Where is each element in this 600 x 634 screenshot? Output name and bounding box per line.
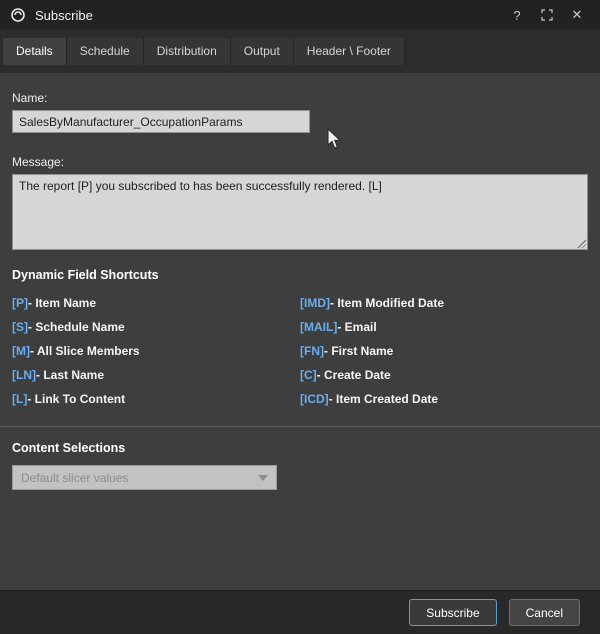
shortcuts-right-column: [IMD]- Item Modified Date [MAIL]- Email … bbox=[300, 296, 588, 406]
subscribe-dialog: Subscribe ? ✕ Details Schedule Distribut… bbox=[0, 0, 600, 634]
dialog-footer: Subscribe Cancel bbox=[0, 590, 600, 634]
help-icon[interactable]: ? bbox=[504, 3, 530, 27]
shortcut-label: - Schedule Name bbox=[28, 320, 125, 334]
shortcut-code: [M] bbox=[12, 344, 30, 358]
shortcut-item: [P]- Item Name bbox=[12, 296, 300, 310]
shortcut-item: [L]- Link To Content bbox=[12, 392, 300, 406]
shortcut-label: - Email bbox=[337, 320, 376, 334]
shortcut-item: [C]- Create Date bbox=[300, 368, 588, 382]
dropdown-placeholder: Default slicer values bbox=[21, 471, 128, 485]
shortcut-label: - Item Created Date bbox=[329, 392, 438, 406]
shortcut-code: [IMD] bbox=[300, 296, 330, 310]
shortcut-item: [IMD]- Item Modified Date bbox=[300, 296, 588, 310]
dialog-body: Name: Message: The report [P] you subscr… bbox=[0, 73, 600, 490]
window-title: Subscribe bbox=[35, 8, 93, 23]
shortcut-item: [FN]- First Name bbox=[300, 344, 588, 358]
shortcut-code: [S] bbox=[12, 320, 28, 334]
name-label: Name: bbox=[12, 91, 588, 105]
shortcuts-grid: [P]- Item Name [S]- Schedule Name [M]- A… bbox=[12, 296, 588, 406]
tab-output[interactable]: Output bbox=[231, 38, 294, 65]
shortcut-label: - Last Name bbox=[36, 368, 104, 382]
tab-header-footer[interactable]: Header \ Footer bbox=[294, 38, 405, 65]
shortcut-code: [L] bbox=[12, 392, 27, 406]
tab-label: Output bbox=[244, 44, 280, 58]
section-divider bbox=[0, 426, 600, 427]
shortcut-code: [P] bbox=[12, 296, 28, 310]
tab-label: Schedule bbox=[80, 44, 130, 58]
shortcuts-heading: Dynamic Field Shortcuts bbox=[12, 268, 588, 282]
tab-label: Distribution bbox=[157, 44, 217, 58]
maximize-icon[interactable] bbox=[534, 3, 560, 27]
shortcut-label: - Link To Content bbox=[27, 392, 125, 406]
shortcut-item: [M]- All Slice Members bbox=[12, 344, 300, 358]
shortcut-item: [MAIL]- Email bbox=[300, 320, 588, 334]
message-field-wrap: The report [P] you subscribed to has bee… bbox=[12, 174, 588, 250]
shortcut-label: - Item Modified Date bbox=[330, 296, 444, 310]
close-icon[interactable]: ✕ bbox=[564, 3, 590, 27]
shortcut-code: [ICD] bbox=[300, 392, 329, 406]
tab-schedule[interactable]: Schedule bbox=[67, 38, 144, 65]
tab-details[interactable]: Details bbox=[3, 38, 67, 65]
shortcut-label: - First Name bbox=[324, 344, 393, 358]
tab-label: Details bbox=[16, 44, 53, 58]
shortcut-code: [FN] bbox=[300, 344, 324, 358]
shortcut-label: - Create Date bbox=[317, 368, 391, 382]
message-label: Message: bbox=[12, 155, 588, 169]
message-textarea[interactable]: The report [P] you subscribed to has bee… bbox=[12, 174, 588, 250]
tab-strip: Details Schedule Distribution Output Hea… bbox=[0, 30, 600, 73]
shortcut-item: [S]- Schedule Name bbox=[12, 320, 300, 334]
shortcut-label: - All Slice Members bbox=[30, 344, 140, 358]
shortcut-code: [C] bbox=[300, 368, 317, 382]
content-selections-heading: Content Selections bbox=[12, 441, 588, 455]
name-input[interactable] bbox=[12, 110, 310, 133]
shortcut-code: [LN] bbox=[12, 368, 36, 382]
tab-distribution[interactable]: Distribution bbox=[144, 38, 231, 65]
app-icon bbox=[10, 7, 26, 23]
shortcut-item: [LN]- Last Name bbox=[12, 368, 300, 382]
shortcut-label: - Item Name bbox=[28, 296, 96, 310]
titlebar: Subscribe ? ✕ bbox=[0, 0, 600, 30]
default-slicer-dropdown[interactable]: Default slicer values bbox=[12, 465, 277, 490]
shortcuts-left-column: [P]- Item Name [S]- Schedule Name [M]- A… bbox=[12, 296, 300, 406]
tab-label: Header \ Footer bbox=[307, 44, 391, 58]
window-controls: ? ✕ bbox=[504, 3, 590, 27]
shortcut-item: [ICD]- Item Created Date bbox=[300, 392, 588, 406]
chevron-down-icon bbox=[258, 475, 268, 481]
cancel-button[interactable]: Cancel bbox=[509, 599, 580, 626]
shortcut-code: [MAIL] bbox=[300, 320, 337, 334]
subscribe-button[interactable]: Subscribe bbox=[409, 599, 496, 626]
